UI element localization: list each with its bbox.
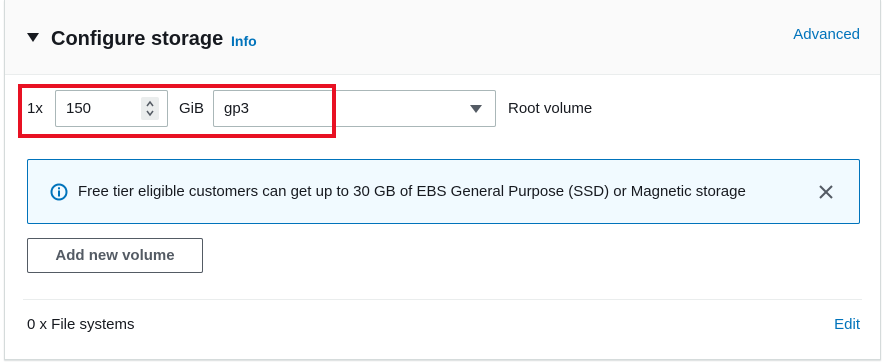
file-systems-label: 0 x File systems [27, 316, 135, 333]
divider [23, 299, 862, 300]
close-icon[interactable] [817, 183, 835, 201]
edit-link[interactable]: Edit [834, 316, 860, 333]
free-tier-alert: Free tier eligible customers can get up … [27, 159, 860, 224]
advanced-link[interactable]: Advanced [793, 26, 860, 44]
root-volume-label: Root volume [508, 100, 593, 117]
alert-message: Free tier eligible customers can get up … [78, 183, 746, 200]
collapse-caret-icon[interactable] [27, 33, 39, 42]
dropdown-caret-icon[interactable] [470, 105, 482, 113]
info-circle-icon [50, 183, 68, 201]
configure-storage-panel: Configure storage Info Advanced 1x 150 G… [4, 0, 881, 360]
highlight-box [18, 84, 336, 138]
section-title: Configure storage [51, 28, 224, 50]
add-new-volume-button[interactable]: Add new volume [27, 238, 203, 273]
panel-header[interactable]: Configure storage Info Advanced [5, 0, 880, 75]
info-link[interactable]: Info [231, 33, 257, 49]
